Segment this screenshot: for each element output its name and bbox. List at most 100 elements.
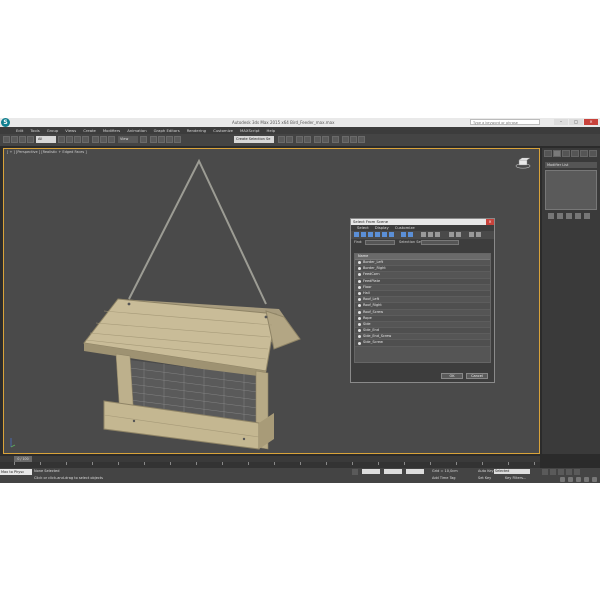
display-tab-icon[interactable] xyxy=(580,150,588,157)
rotate-icon[interactable] xyxy=(100,136,107,143)
material-editor-icon[interactable] xyxy=(332,136,339,143)
menu-customize[interactable]: Customize xyxy=(213,127,233,134)
scale-icon[interactable] xyxy=(108,136,115,143)
select-object-icon[interactable] xyxy=(58,136,65,143)
menu-rendering[interactable]: Rendering xyxy=(187,127,206,134)
display-cameras-icon[interactable] xyxy=(375,232,380,237)
utilities-tab-icon[interactable] xyxy=(589,150,597,157)
pivot-icon[interactable] xyxy=(140,136,147,143)
redo-icon[interactable] xyxy=(11,136,18,143)
options-icon[interactable] xyxy=(476,232,481,237)
display-lights-icon[interactable] xyxy=(368,232,373,237)
link-icon[interactable] xyxy=(19,136,26,143)
next-frame-icon[interactable] xyxy=(566,469,572,475)
modifier-stack[interactable] xyxy=(545,170,597,210)
menu-create[interactable]: Create xyxy=(83,127,96,134)
search-input[interactable]: Type a keyword or phrase xyxy=(470,119,540,125)
display-shapes-icon[interactable] xyxy=(361,232,366,237)
close-button[interactable]: × xyxy=(584,119,598,125)
display-spacewarps-icon[interactable] xyxy=(389,232,394,237)
configure-sets-icon[interactable] xyxy=(584,213,590,219)
add-time-tag-button[interactable]: Add Time Tag xyxy=(432,476,456,480)
find-input[interactable] xyxy=(365,240,395,245)
list-item[interactable]: Side_Screw xyxy=(355,340,490,347)
sync-selection-icon[interactable] xyxy=(449,232,454,237)
undo-icon[interactable] xyxy=(3,136,10,143)
ok-button[interactable]: OK xyxy=(441,373,463,379)
viewcube-icon[interactable] xyxy=(515,157,531,169)
play-icon[interactable] xyxy=(558,469,564,475)
dialog-close-button[interactable]: × xyxy=(486,219,494,225)
lock-cell-icon[interactable] xyxy=(456,232,461,237)
remove-modifier-icon[interactable] xyxy=(575,213,581,219)
display-groups-icon[interactable] xyxy=(401,232,406,237)
auto-key-button[interactable]: Auto Key xyxy=(478,469,494,473)
rendered-frame-icon[interactable] xyxy=(350,136,357,143)
perspective-viewport[interactable]: [ + ] [Perspective ] [Realistic + Edged … xyxy=(3,148,540,454)
percent-snap-icon[interactable] xyxy=(166,136,173,143)
named-selection-dropdown[interactable]: Create Selection Se xyxy=(234,136,274,143)
select-none-icon[interactable] xyxy=(428,232,433,237)
unlink-icon[interactable] xyxy=(27,136,34,143)
curve-editor-icon[interactable] xyxy=(314,136,321,143)
menu-animation[interactable]: Animation xyxy=(127,127,146,134)
app-logo-icon[interactable]: S xyxy=(1,118,10,127)
render-setup-icon[interactable] xyxy=(342,136,349,143)
window-crossing-icon[interactable] xyxy=(82,136,89,143)
menu-maxscript[interactable]: MAXScript xyxy=(240,127,260,134)
create-tab-icon[interactable] xyxy=(544,150,552,157)
pan-icon[interactable] xyxy=(576,477,581,482)
move-icon[interactable] xyxy=(92,136,99,143)
display-xrefs-icon[interactable] xyxy=(408,232,413,237)
zoom-icon[interactable] xyxy=(560,477,565,482)
menu-edit[interactable]: Edit xyxy=(16,127,23,134)
schematic-view-icon[interactable] xyxy=(322,136,329,143)
object-list[interactable]: Name Border_Left Border_Right FeedCorn F… xyxy=(354,253,491,363)
menu-help[interactable]: Help xyxy=(267,127,276,134)
z-coordinate-field[interactable] xyxy=(406,469,424,474)
select-invert-icon[interactable] xyxy=(435,232,440,237)
reference-coordinate-dropdown[interactable]: View xyxy=(118,136,138,143)
motion-tab-icon[interactable] xyxy=(571,150,579,157)
angle-snap-icon[interactable] xyxy=(158,136,165,143)
lock-selection-icon[interactable] xyxy=(352,469,358,475)
selection-filter-dropdown[interactable]: All xyxy=(36,136,56,143)
cancel-button[interactable]: Cancel xyxy=(466,373,488,379)
modifier-list-dropdown[interactable]: Modifier List xyxy=(545,162,597,168)
display-geometry-icon[interactable] xyxy=(354,232,359,237)
hierarchy-tab-icon[interactable] xyxy=(562,150,570,157)
mirror-icon[interactable] xyxy=(278,136,285,143)
x-coordinate-field[interactable] xyxy=(362,469,380,474)
select-all-icon[interactable] xyxy=(421,232,426,237)
set-key-button[interactable]: Set Key xyxy=(478,476,491,480)
menu-views[interactable]: Views xyxy=(65,127,76,134)
y-coordinate-field[interactable] xyxy=(384,469,402,474)
orbit-icon[interactable] xyxy=(584,477,589,482)
display-helpers-icon[interactable] xyxy=(382,232,387,237)
menu-modifiers[interactable]: Modifiers xyxy=(103,127,120,134)
key-filters-button[interactable]: Key Filters... xyxy=(505,476,526,480)
menu-tools[interactable]: Tools xyxy=(30,127,39,134)
zoom-all-icon[interactable] xyxy=(568,477,573,482)
selection-set-dropdown[interactable] xyxy=(421,240,459,245)
modify-tab-icon[interactable] xyxy=(553,150,561,157)
key-mode-dropdown[interactable]: Selected xyxy=(494,469,530,474)
menu-graph-editors[interactable]: Graph Editors xyxy=(154,127,180,134)
rectangular-selection-icon[interactable] xyxy=(74,136,81,143)
go-to-start-icon[interactable] xyxy=(542,469,548,475)
render-icon[interactable] xyxy=(358,136,365,143)
maximize-button[interactable]: □ xyxy=(569,119,583,125)
minimize-button[interactable]: – xyxy=(554,119,568,125)
pin-stack-icon[interactable] xyxy=(548,213,554,219)
filter-icon[interactable] xyxy=(469,232,474,237)
previous-frame-icon[interactable] xyxy=(550,469,556,475)
snap-icon[interactable] xyxy=(150,136,157,143)
make-unique-icon[interactable] xyxy=(566,213,572,219)
maximize-viewport-icon[interactable] xyxy=(592,477,597,482)
spinner-snap-icon[interactable] xyxy=(174,136,181,143)
align-icon[interactable] xyxy=(286,136,293,143)
graphite-ribbon-icon[interactable] xyxy=(304,136,311,143)
show-end-result-icon[interactable] xyxy=(557,213,563,219)
maxscript-listener[interactable]: Max to Physc xyxy=(0,469,32,475)
layer-manager-icon[interactable] xyxy=(296,136,303,143)
